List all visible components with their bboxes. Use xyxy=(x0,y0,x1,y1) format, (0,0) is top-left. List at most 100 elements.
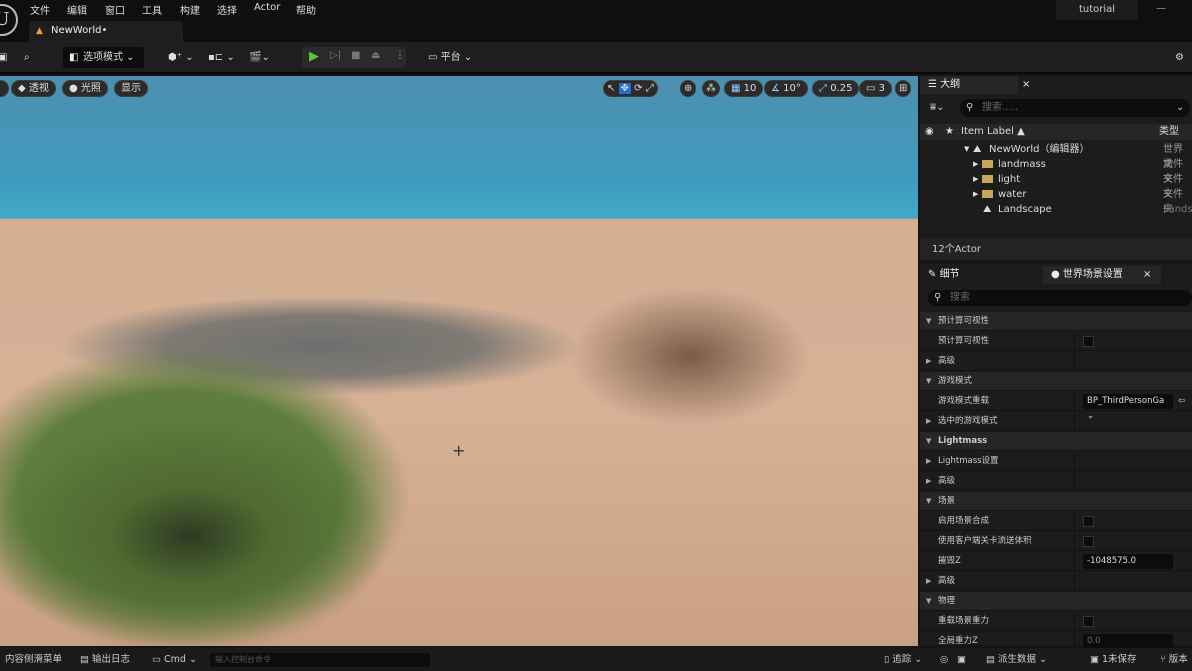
screenshot-icon[interactable]: ▣ xyxy=(957,648,966,671)
outliner-row-light[interactable]: ▶ light 文件夹 xyxy=(920,172,1192,200)
rotate-icon[interactable]: ⟳ xyxy=(634,83,642,94)
save-icon[interactable]: ▣ xyxy=(0,47,7,69)
show-button[interactable]: 显示 xyxy=(114,80,148,97)
property-checkbox[interactable] xyxy=(1083,616,1094,627)
expand-arrow-icon[interactable]: ▶ xyxy=(926,352,931,371)
surface-snap-icon[interactable]: ⁂ xyxy=(702,80,720,97)
step-icon[interactable]: ▷| xyxy=(330,50,341,61)
blueprint-icon[interactable]: ▪⊏ ⌄ xyxy=(208,47,235,69)
more-options-icon[interactable]: ⋮ xyxy=(395,50,405,61)
property-checkbox[interactable] xyxy=(1083,516,1094,527)
collapse-arrow-icon[interactable]: ▼ xyxy=(926,372,931,391)
game-mode-dropdown[interactable]: BP_ThirdPersonGa ⌄ xyxy=(1083,394,1173,421)
menu-actor[interactable]: Actor xyxy=(254,2,280,13)
console-input[interactable]: 输入控制台命令 xyxy=(210,653,430,667)
insights-icon[interactable]: ◎ xyxy=(940,648,948,671)
collapse-arrow-icon[interactable]: ▼ xyxy=(926,592,931,611)
unreal-logo-icon[interactable]: U xyxy=(0,4,18,36)
type-column[interactable]: 类型 xyxy=(1159,124,1179,139)
column-divider xyxy=(1074,512,1075,531)
layout-icon[interactable]: ⊞ xyxy=(895,80,912,97)
tab-outliner[interactable]: ☰ 大纲 × xyxy=(920,76,1030,94)
expand-arrow-icon[interactable]: ▶ xyxy=(973,187,978,202)
details-row[interactable]: ▼ Lightmass xyxy=(920,432,1192,451)
viewport-menu-button[interactable] xyxy=(0,80,10,97)
collapse-arrow-icon[interactable]: ▼ xyxy=(926,432,931,451)
translate-icon[interactable]: ✥ xyxy=(618,83,631,94)
angle-snap-button[interactable]: ∡ 10° xyxy=(764,80,808,97)
menu-tools[interactable]: 工具 xyxy=(142,2,162,17)
menu-select[interactable]: 选择 xyxy=(217,2,237,17)
tab-details[interactable]: ✎ 细节 xyxy=(920,266,1038,284)
level-tab[interactable]: ▲ NewWorld• xyxy=(29,21,183,42)
details-row[interactable]: ▼ 物理 xyxy=(920,592,1192,611)
expand-arrow-icon[interactable]: ▶ xyxy=(973,157,978,172)
grid-snap-button[interactable]: ▦ 10 xyxy=(724,80,764,97)
outliner-row-landscape[interactable]: ⛰ Landscape Landsc xyxy=(920,202,1192,217)
menu-help[interactable]: 帮助 xyxy=(296,2,316,17)
item-label-column[interactable]: Item Label ▲ xyxy=(961,124,1025,139)
mode-selector[interactable]: ◧ 选项模式 ⌄ xyxy=(63,47,144,68)
stop-icon[interactable]: ■ xyxy=(351,50,360,61)
expand-arrow-icon[interactable]: ▶ xyxy=(926,452,931,471)
star-icon[interactable]: ★ xyxy=(945,124,954,139)
lighting-button[interactable]: ● 光照 xyxy=(62,80,108,97)
eject-icon[interactable]: ⏏ xyxy=(371,50,380,61)
property-value-field[interactable]: 0.0 xyxy=(1083,634,1173,649)
revision-control-button[interactable]: ⑂ 版本 xyxy=(1160,648,1188,671)
select-icon[interactable]: ↖ xyxy=(607,83,615,94)
details-row[interactable]: ▶ 高级 xyxy=(920,472,1192,491)
add-actor-icon[interactable]: ⬢⁺ ⌄ xyxy=(168,47,194,69)
menu-window[interactable]: 窗口 xyxy=(105,2,125,17)
output-log-button[interactable]: ▤ 输出日志 xyxy=(80,648,130,671)
close-icon[interactable]: × xyxy=(1143,266,1151,284)
scale-icon[interactable]: ⤢ xyxy=(646,83,654,94)
menu-file[interactable]: 文件 xyxy=(30,2,50,17)
derived-data-button[interactable]: ▤ 派生数据 ⌄ xyxy=(986,648,1047,671)
outliner-row-landmass[interactable]: ▶ landmass 文件夹 xyxy=(920,157,1192,185)
browse-folder-icon[interactable]: ⌕ xyxy=(24,47,30,69)
details-row[interactable]: ▼ 预计算可视性 xyxy=(920,312,1192,331)
property-checkbox[interactable] xyxy=(1083,536,1094,547)
platform-button[interactable]: ▭ 平台 ⌄ xyxy=(428,47,472,69)
property-value-field[interactable]: -1048575.0 xyxy=(1083,554,1173,569)
unsaved-button[interactable]: ▣ 1未保存 xyxy=(1090,648,1137,671)
content-drawer-button[interactable]: 内容侧滑菜单 xyxy=(5,648,62,671)
level-viewport[interactable]: ◆ 透视 ● 光照 显示 ↖ ✥ ⟳ ⤢ ⊕ ⁂ ▦ 10 ∡ 10° ⤢ 0.… xyxy=(0,76,918,646)
play-icon[interactable]: ▶ xyxy=(309,49,319,64)
outliner-row-water[interactable]: ▶ water 文件夹 xyxy=(920,187,1192,215)
trace-button[interactable]: ▯ 追踪 ⌄ xyxy=(884,648,922,671)
details-row[interactable]: ▼ 游戏模式 xyxy=(920,372,1192,391)
expand-arrow-icon[interactable]: ▶ xyxy=(926,412,931,431)
expand-arrow-icon[interactable]: ▼ xyxy=(964,142,969,157)
filter-icon[interactable]: ⩸⌄ xyxy=(930,102,944,113)
scale-snap-button[interactable]: ⤢ 0.25 xyxy=(812,80,860,97)
collapse-arrow-icon[interactable]: ▼ xyxy=(926,312,931,331)
tab-world-settings[interactable]: ● 世界场景设置 × xyxy=(1043,266,1161,284)
expand-arrow-icon[interactable]: ▶ xyxy=(926,472,931,491)
details-row[interactable]: ▼ 场景 xyxy=(920,492,1192,511)
outliner-search-input[interactable]: ⚲ 搜索..... ⌄ xyxy=(960,99,1190,117)
settings-gear-icon[interactable]: ⚙ xyxy=(1175,47,1184,69)
perspective-button[interactable]: ◆ 透视 xyxy=(11,80,56,97)
expand-arrow-icon[interactable]: ▶ xyxy=(973,172,978,187)
menu-build[interactable]: 构建 xyxy=(180,2,200,17)
camera-speed-button[interactable]: ▭ 3 xyxy=(859,80,893,97)
visibility-eye-icon[interactable]: ◉ xyxy=(925,124,934,139)
outliner-row-newworld[interactable]: ▼ ⛰ NewWorld（编辑器） 世界场 xyxy=(920,142,1192,170)
collapse-arrow-icon[interactable]: ▼ xyxy=(926,492,931,511)
minimize-button[interactable]: — xyxy=(1156,3,1166,14)
close-icon[interactable]: × xyxy=(1022,76,1030,94)
details-row[interactable]: ▶ Lightmass设置 xyxy=(920,452,1192,471)
cmd-dropdown[interactable]: ▭ Cmd ⌄ xyxy=(152,648,197,671)
details-row[interactable]: ▶ 选中的游戏模式 xyxy=(920,412,1192,431)
world-local-icon[interactable]: ⊕ xyxy=(680,80,697,97)
details-search-input[interactable]: ⚲ 搜索 xyxy=(928,290,1192,306)
menu-edit[interactable]: 编辑 xyxy=(67,2,87,17)
reset-arrow-icon[interactable]: ⇦ xyxy=(1178,392,1185,411)
details-row[interactable]: ▶ 高级 xyxy=(920,352,1192,371)
cinematics-icon[interactable]: 🎬⌄ xyxy=(249,47,270,69)
details-row[interactable]: ▶ 高级 xyxy=(920,572,1192,591)
property-checkbox[interactable] xyxy=(1083,336,1094,347)
expand-arrow-icon[interactable]: ▶ xyxy=(926,572,931,591)
